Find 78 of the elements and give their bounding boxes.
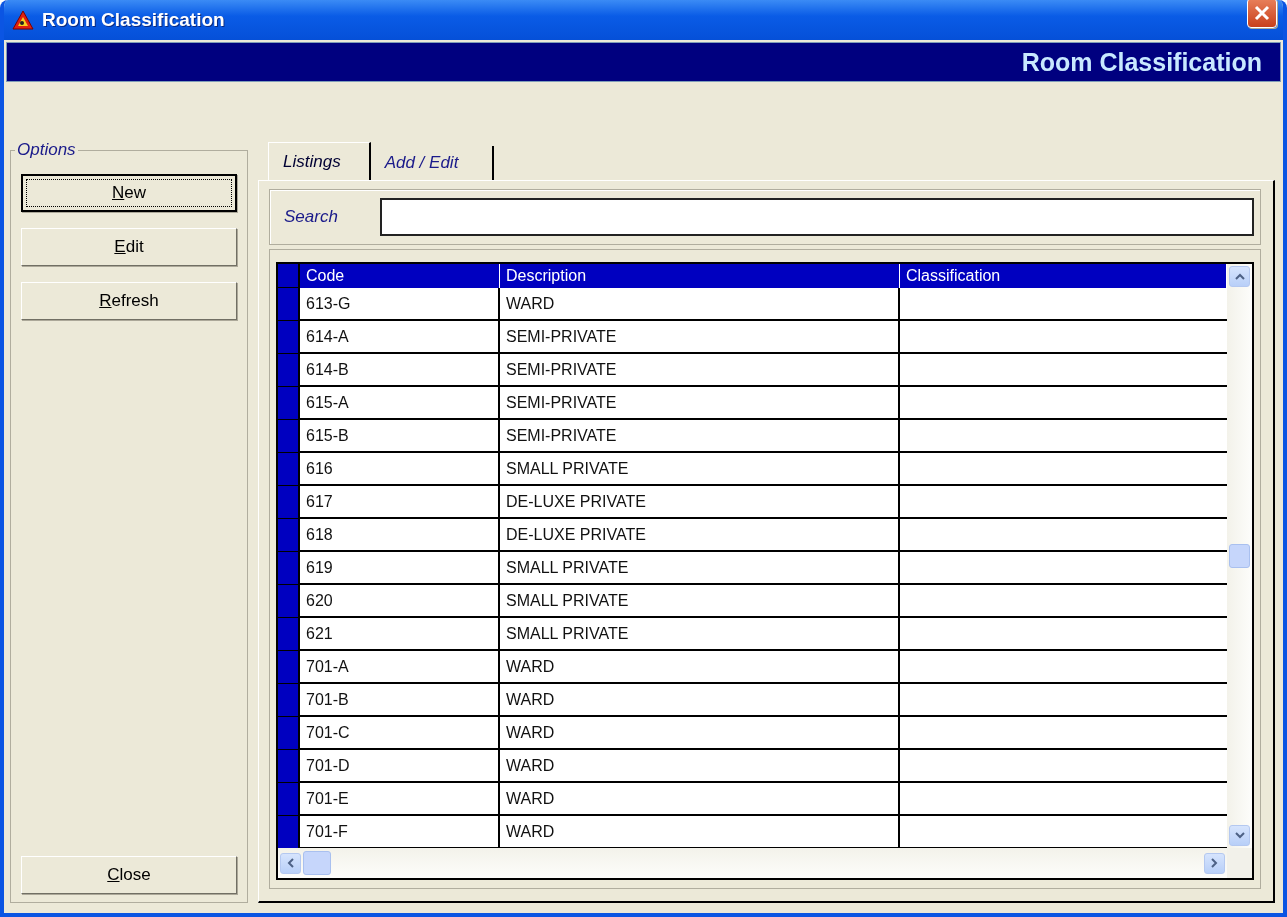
row-selector[interactable]: [278, 354, 300, 387]
table-cell: WARD: [500, 717, 900, 750]
row-selector[interactable]: [278, 387, 300, 420]
table-cell: 701-D: [300, 750, 500, 783]
caret-right-icon: [1211, 858, 1218, 868]
row-selector[interactable]: [278, 321, 300, 354]
table-cell: 701-E: [300, 783, 500, 816]
table-cell: DE-LUXE PRIVATE: [500, 519, 900, 552]
table-cell: SEMI-PRIVATE: [500, 387, 900, 420]
table-cell: 617: [300, 486, 500, 519]
row-selector[interactable]: [278, 717, 300, 750]
scroll-down-button[interactable]: [1229, 825, 1250, 846]
vertical-scrollbar[interactable]: [1227, 264, 1252, 848]
close-icon: [1253, 4, 1271, 22]
tab[interactable]: Listings: [268, 142, 371, 180]
row-selector[interactable]: [278, 684, 300, 717]
table-cell: 615-B: [300, 420, 500, 453]
row-selector[interactable]: [278, 519, 300, 552]
row-selector[interactable]: [278, 420, 300, 453]
warning-triangle-icon: [12, 10, 34, 30]
table-cell: 615-A: [300, 387, 500, 420]
scroll-left-button[interactable]: [280, 852, 301, 874]
close-button[interactable]: [1247, 0, 1277, 28]
table-cell: SMALL PRIVATE: [500, 453, 900, 486]
row-selector[interactable]: [278, 651, 300, 684]
column-header[interactable]: Code: [300, 264, 500, 288]
table-cell: 614-B: [300, 354, 500, 387]
table-cell: 621: [300, 618, 500, 651]
column-header[interactable]: Classification: [900, 264, 1227, 288]
row-selector[interactable]: [278, 264, 300, 288]
row-selector[interactable]: [278, 453, 300, 486]
table-cell: 701-A: [300, 651, 500, 684]
scroll-up-button[interactable]: [1229, 266, 1250, 287]
table-cell: 614-A: [300, 321, 500, 354]
table-cell: SEMI-PRIVATE: [500, 354, 900, 387]
row-selector[interactable]: [278, 750, 300, 783]
row-selector[interactable]: [278, 486, 300, 519]
row-selector[interactable]: [278, 552, 300, 585]
option-button[interactable]: New: [21, 174, 237, 212]
group-legend: Options: [15, 140, 78, 160]
table-cell: WARD: [500, 750, 900, 783]
table-cell: 616: [300, 453, 500, 486]
search-field[interactable]: [379, 198, 1254, 236]
table-cell: WARD: [500, 651, 900, 684]
table-cell: DE-LUXE PRIVATE: [500, 486, 900, 519]
close-button[interactable]: Close: [21, 856, 237, 894]
table-cell: 620: [300, 585, 500, 618]
header-title: Room Classification: [1021, 47, 1262, 77]
table-cell: 619: [300, 552, 500, 585]
table-cell: WARD: [500, 783, 900, 816]
option-button[interactable]: Edit: [21, 228, 237, 266]
scroll-right-button[interactable]: [1204, 852, 1225, 874]
window-title: Room Classification: [42, 9, 226, 31]
table-cell: 613-G: [300, 288, 500, 321]
table-cell: 701-B: [300, 684, 500, 717]
column-header[interactable]: Description: [500, 264, 900, 288]
row-selector[interactable]: [278, 816, 300, 848]
table-cell: SMALL PRIVATE: [500, 585, 900, 618]
scroll-thumb[interactable]: [303, 851, 331, 875]
table-cell: SEMI-PRIVATE: [500, 321, 900, 354]
table-cell: SMALL PRIVATE: [500, 552, 900, 585]
row-selector[interactable]: [278, 585, 300, 618]
scroll-thumb[interactable]: [1229, 544, 1250, 568]
search-label: Search: [284, 207, 338, 227]
row-selector[interactable]: [278, 618, 300, 651]
table-cell: SMALL PRIVATE: [500, 618, 900, 651]
caret-left-icon: [287, 858, 294, 868]
caret-down-icon: [1234, 832, 1245, 839]
option-button[interactable]: Refresh: [21, 282, 237, 320]
row-selector[interactable]: [278, 783, 300, 816]
table-cell: 618: [300, 519, 500, 552]
table-cell: WARD: [500, 288, 900, 321]
row-selector[interactable]: [278, 288, 300, 321]
table-cell: 701-C: [300, 717, 500, 750]
table-cell: WARD: [500, 684, 900, 717]
caret-up-icon: [1234, 273, 1245, 280]
table-cell: SEMI-PRIVATE: [500, 420, 900, 453]
horizontal-scrollbar[interactable]: [278, 848, 1227, 878]
